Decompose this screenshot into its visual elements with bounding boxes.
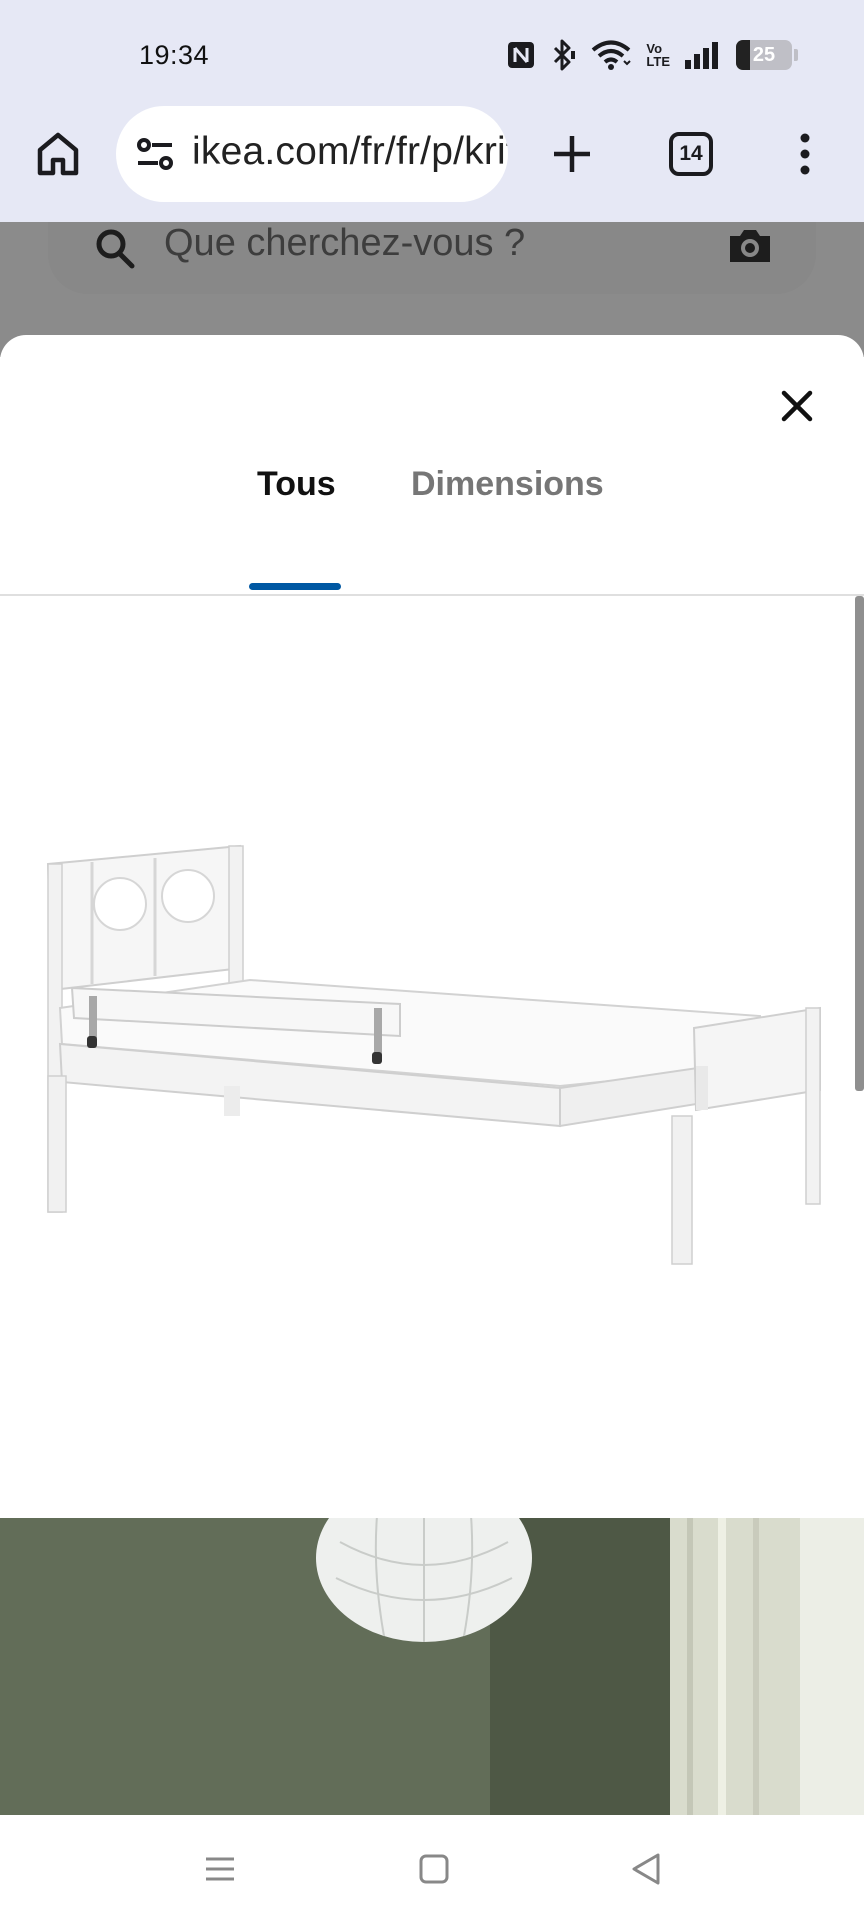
status-time: 19:34 xyxy=(139,40,210,70)
status-icons: Vo LTE 25 xyxy=(506,38,798,72)
image-gallery-modal: Tous Dimensions xyxy=(0,335,864,1815)
tab-all[interactable]: Tous xyxy=(257,465,336,504)
room-scene-image[interactable] xyxy=(0,1518,864,1815)
search-bar[interactable]: Que cherchez-vous ? xyxy=(48,222,816,294)
room-scene-illustration xyxy=(0,1518,864,1815)
signal-icon xyxy=(685,42,718,69)
bluetooth-icon xyxy=(554,39,576,71)
browser-toolbar: ikea.com/fr/fr/p/kritter 14 xyxy=(0,104,864,204)
close-icon[interactable] xyxy=(772,381,822,431)
tab-count: 14 xyxy=(679,142,703,165)
battery-nub xyxy=(794,49,798,61)
volte-label-bottom: LTE xyxy=(646,54,670,69)
search-icon xyxy=(96,229,135,269)
product-bed-image[interactable] xyxy=(0,596,864,1516)
browser-chrome: 19:34 Vo LTE 25 ikea.com/fr/fr/p/kri 14 xyxy=(0,0,864,222)
back-icon[interactable] xyxy=(626,1849,666,1889)
nfc-icon xyxy=(508,42,535,68)
search-placeholder[interactable]: Que cherchez-vous ? xyxy=(164,222,525,265)
battery-icon: 25 xyxy=(736,40,792,70)
site-settings-icon[interactable] xyxy=(136,136,176,172)
home-icon xyxy=(37,132,79,176)
battery-level: 25 xyxy=(752,43,776,66)
wifi-icon xyxy=(592,40,632,70)
gallery-scrollbar[interactable] xyxy=(855,596,864,1091)
system-nav-bar xyxy=(0,1815,864,1920)
bed-illustration xyxy=(46,844,821,1265)
url-text[interactable]: ikea.com/fr/fr/p/kritter xyxy=(192,130,508,174)
gallery-scroll[interactable] xyxy=(0,596,864,1815)
active-tab-indicator xyxy=(249,583,341,590)
url-bar[interactable]: ikea.com/fr/fr/p/kritter xyxy=(116,106,508,202)
home-square-icon[interactable] xyxy=(414,1849,454,1889)
gallery-tabs: Tous Dimensions xyxy=(0,465,864,525)
more-vert-icon[interactable] xyxy=(790,128,820,180)
volte-icon: Vo LTE xyxy=(646,42,670,68)
status-bar: 19:34 Vo LTE 25 xyxy=(0,0,864,112)
plus-icon[interactable] xyxy=(546,128,598,180)
camera-icon[interactable] xyxy=(726,222,774,266)
tab-switcher-button[interactable]: 14 xyxy=(669,132,713,176)
recents-icon[interactable] xyxy=(200,1849,240,1889)
home-button[interactable] xyxy=(32,128,84,180)
tab-dimensions[interactable]: Dimensions xyxy=(411,465,604,504)
